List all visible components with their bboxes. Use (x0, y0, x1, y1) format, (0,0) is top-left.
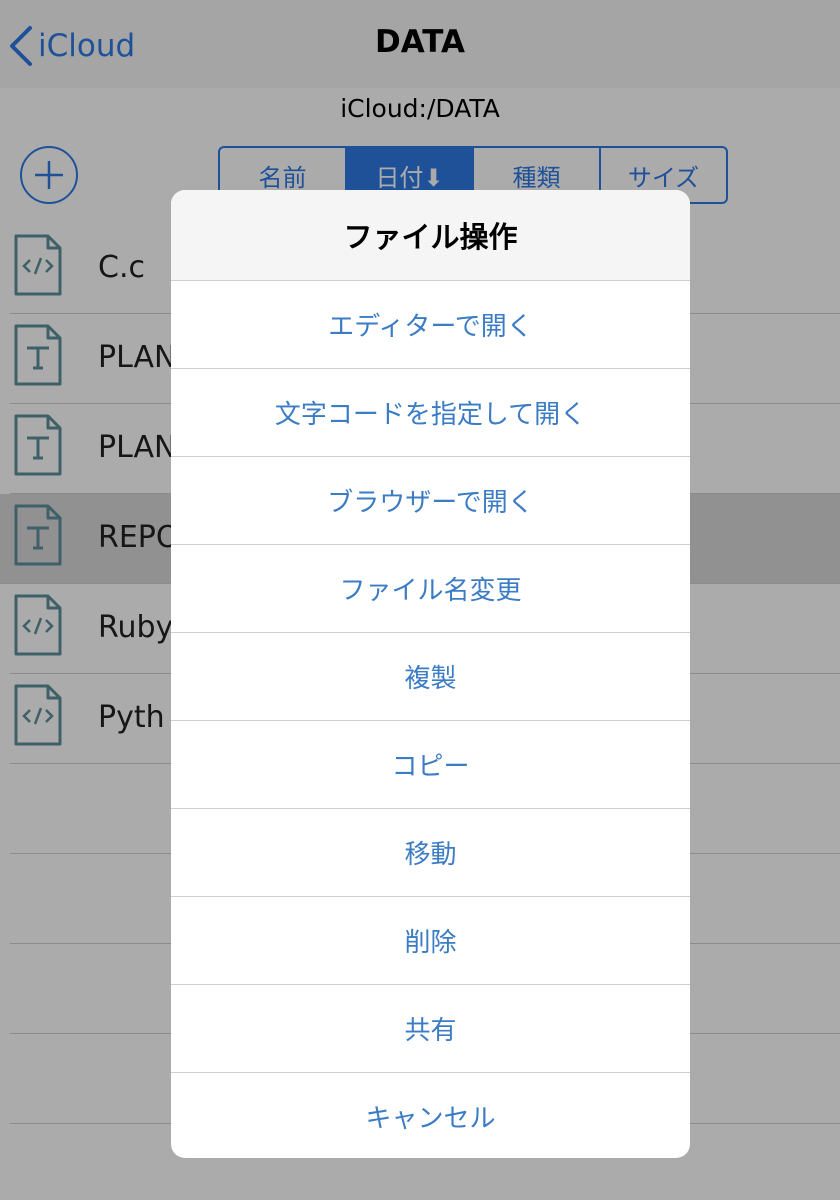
copy-button[interactable]: コピー (171, 720, 690, 808)
share-button[interactable]: 共有 (171, 984, 690, 1072)
duplicate-button[interactable]: 複製 (171, 632, 690, 720)
move-button[interactable]: 移動 (171, 808, 690, 896)
delete-button[interactable]: 削除 (171, 896, 690, 984)
cancel-button[interactable]: キャンセル (171, 1072, 690, 1158)
open-with-encoding-button[interactable]: 文字コードを指定して開く (171, 368, 690, 456)
open-in-editor-button[interactable]: エディターで開く (171, 280, 690, 368)
rename-button[interactable]: ファイル名変更 (171, 544, 690, 632)
action-sheet-title: ファイル操作 (343, 220, 518, 254)
action-sheet-header: ファイル操作 (171, 190, 690, 280)
file-action-sheet: ファイル操作 エディターで開く 文字コードを指定して開く ブラウザーで開く ファ… (171, 190, 690, 1158)
open-in-browser-button[interactable]: ブラウザーで開く (171, 456, 690, 544)
